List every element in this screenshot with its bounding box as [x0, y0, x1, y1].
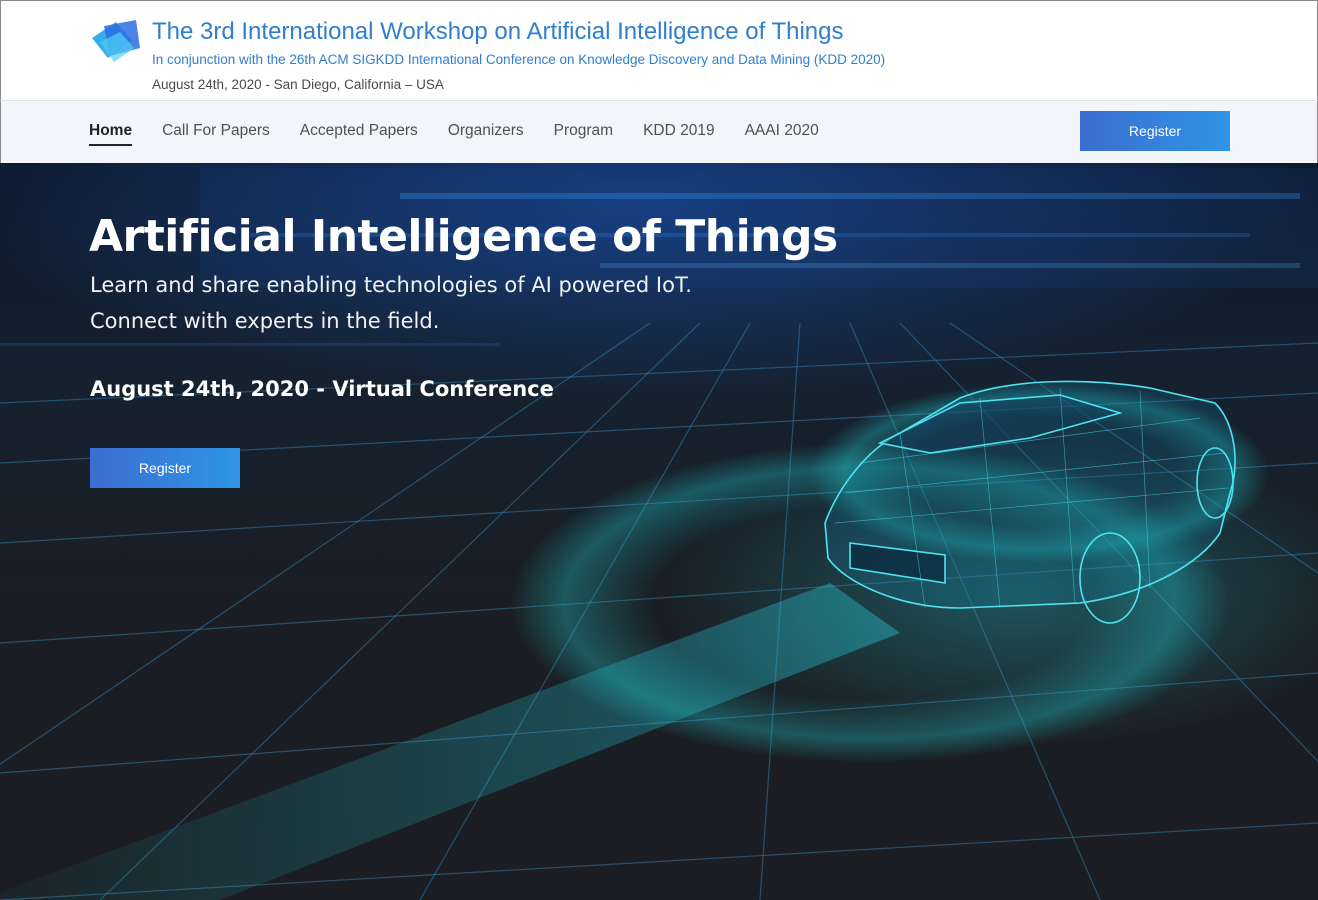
nav-item-organizers[interactable]: Organizers — [448, 101, 524, 163]
hero-tagline-2: Connect with experts in the field. — [90, 309, 440, 333]
nav-list: Home Call For Papers Accepted Papers Org… — [89, 101, 849, 163]
hero-event-date: August 24th, 2020 - Virtual Conference — [90, 377, 554, 401]
hero-title: Artificial Intelligence of Things — [89, 211, 838, 262]
layered-squares-logo-icon[interactable] — [90, 18, 142, 64]
site-date-location: August 24th, 2020 - San Diego, Californi… — [152, 77, 444, 92]
main-nav: Home Call For Papers Accepted Papers Org… — [0, 100, 1318, 163]
nav-item-aaai-2020[interactable]: AAAI 2020 — [745, 101, 819, 163]
nav-item-call-for-papers[interactable]: Call For Papers — [162, 101, 270, 163]
nav-item-accepted-papers[interactable]: Accepted Papers — [300, 101, 418, 163]
nav-register-button[interactable]: Register — [1080, 111, 1230, 151]
nav-item-home[interactable]: Home — [89, 101, 133, 163]
hero-tagline-1: Learn and share enabling technologies of… — [90, 273, 692, 297]
hero-banner: Artificial Intelligence of Things Learn … — [0, 163, 1318, 900]
site-subtitle: In conjunction with the 26th ACM SIGKDD … — [152, 52, 886, 67]
nav-item-kdd-2019[interactable]: KDD 2019 — [643, 101, 715, 163]
nav-item-program[interactable]: Program — [554, 101, 613, 163]
hero-register-button[interactable]: Register — [90, 448, 240, 488]
site-header: The 3rd International Workshop on Artifi… — [0, 0, 1318, 100]
site-title[interactable]: The 3rd International Workshop on Artifi… — [152, 18, 844, 46]
